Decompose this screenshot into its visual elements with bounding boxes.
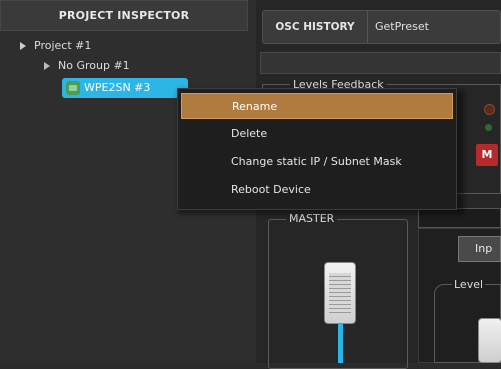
tree-item-group[interactable]: No Group #1 [44,57,130,75]
osc-history-value: GetPreset [375,20,429,33]
expand-arrow-icon[interactable] [44,62,50,70]
input-fader-knob[interactable] [478,318,501,363]
menu-item-rename[interactable]: Rename [181,93,453,119]
context-menu: Rename Delete Change static IP / Subnet … [177,88,457,210]
device-icon [66,81,80,95]
menu-item-delete[interactable]: Delete [181,121,453,147]
mute-button[interactable]: M [476,144,498,166]
menu-item-change-ip[interactable]: Change static IP / Subnet Mask [181,149,453,175]
tree-item-project[interactable]: Project #1 [20,37,91,55]
osc-history-bar[interactable]: OSC HISTORY GetPreset [262,10,501,44]
master-fader-knob[interactable] [324,262,356,324]
menu-item-reboot[interactable]: Reboot Device [181,177,453,203]
led-indicator-icon [484,104,495,115]
toolbar-strip [260,52,501,74]
osc-history-label: OSC HISTORY [263,11,368,43]
tree-item-project-label: Project #1 [34,39,92,52]
expand-arrow-icon[interactable] [20,42,26,50]
project-inspector-title: PROJECT INSPECTOR [0,0,248,31]
tree-item-group-label: No Group #1 [58,59,130,72]
tree-item-device-label: WPE2SN #3 [84,81,151,94]
led-indicator-icon [485,124,492,131]
tree-item-device-selected[interactable]: WPE2SN #3 [62,78,188,98]
tab-input[interactable]: Inp [458,236,501,262]
input-levels-title: Level [452,278,486,291]
